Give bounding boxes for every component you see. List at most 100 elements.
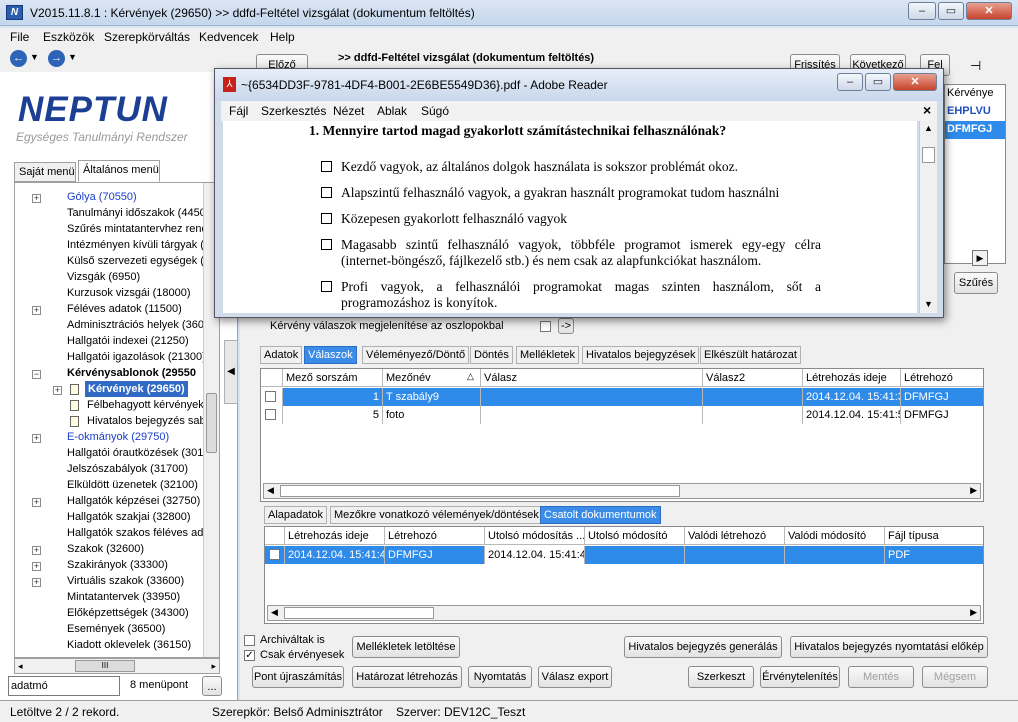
col-letrehozas-ideje[interactable]: Létrehozás ideje (285, 527, 385, 545)
col-utolso-modosito[interactable]: Utolsó módosító (585, 527, 685, 545)
tab-alapadatok[interactable]: Alapadatok (264, 506, 328, 524)
pdf-menu-szerkesztes[interactable]: Szerkesztés (261, 104, 326, 118)
pdf-close-button[interactable]: ✕ (893, 73, 937, 91)
tree-item[interactable]: Kérvénysablonok (29550 (67, 365, 196, 381)
tree-item[interactable]: Kurzusok vizsgái (18000) (67, 285, 191, 301)
cancel-button[interactable]: Mégsem (922, 666, 988, 688)
tab-valaszok[interactable]: Válaszok (304, 346, 357, 364)
back-dropdown-icon[interactable]: ▼ (30, 52, 39, 62)
menu-szerepkorvaltas[interactable]: Szerepkörváltás (104, 30, 190, 44)
tree-item[interactable]: Hallgatók szakos féléves ada (67, 525, 209, 541)
pdf-vertical-scrollbar[interactable]: ▲ ▼ (919, 121, 937, 313)
menu-kedvencek[interactable]: Kedvencek (199, 30, 258, 44)
collapse-icon[interactable]: − (32, 370, 41, 379)
option-checkbox[interactable] (321, 239, 332, 250)
tree-item[interactable]: Külső szervezeti egységek (6 (67, 253, 210, 269)
menu-search-input[interactable]: adatmó (8, 676, 120, 696)
option-checkbox[interactable] (321, 281, 332, 292)
menu-help[interactable]: Help (270, 30, 295, 44)
col-letrehozo[interactable]: Létrehozó (901, 369, 983, 387)
request-cell[interactable]: EHPLVU (945, 103, 1005, 121)
back-arrow-icon[interactable]: ← (10, 50, 27, 67)
tab-altalanos-menu[interactable]: Általános menü (78, 160, 160, 182)
menu-eszkozok[interactable]: Eszközök (43, 30, 94, 44)
tab-hivatalos-bejegyzesek[interactable]: Hivatalos bejegyzések (582, 346, 700, 364)
col-valodi-letrehozo[interactable]: Valódi létrehozó (685, 527, 785, 545)
tree-item[interactable]: Tanulmányi időszakok (4450) (67, 205, 209, 221)
filter-button[interactable]: Szűrés (954, 272, 998, 294)
col-valasz2[interactable]: Válasz2 (703, 369, 803, 387)
pdf-doc-close-icon[interactable]: × (923, 102, 931, 118)
tree-item[interactable]: Hallgatók szakjai (32800) (67, 509, 191, 525)
grid-horizontal-scrollbar[interactable]: ◀ ▶ (267, 605, 981, 621)
scroll-right-icon[interactable]: ▶ (970, 607, 977, 618)
scroll-thumb[interactable] (206, 393, 217, 453)
option-checkbox[interactable] (321, 161, 332, 172)
hscroll-thumb[interactable]: III (75, 660, 135, 672)
forward-arrow-icon[interactable]: → (48, 50, 65, 67)
maximize-button[interactable]: ▭ (938, 2, 964, 20)
expand-icon[interactable]: + (32, 578, 41, 587)
pdf-menu-ablak[interactable]: Ablak (377, 104, 407, 118)
tab-adatok[interactable]: Adatok (260, 346, 303, 364)
scroll-right-icon[interactable]: ▶ (970, 485, 977, 496)
col-valasz[interactable]: Válasz (481, 369, 703, 387)
table-row[interactable]: 1 T szabály9 2014.12.04. 15:41:3 DFMFGJ (261, 388, 983, 406)
scroll-up-icon[interactable]: ▲ (924, 123, 933, 133)
tree-item[interactable]: Események (36500) (67, 621, 165, 637)
tree-item[interactable]: Kiadott oklevelek (36150) (67, 637, 191, 653)
col-utolso-modositas[interactable]: Utolsó módosítás ... (485, 527, 585, 545)
tree-item[interactable]: Elküldött üzenetek (32100) (67, 477, 198, 493)
tab-mezokre-vonatkozo[interactable]: Mezőkre vonatkozó vélemények/döntések (330, 506, 543, 524)
scroll-left-icon[interactable]: ◀ (267, 485, 274, 496)
close-button[interactable]: ✕ (966, 2, 1012, 20)
tree-item[interactable]: Virtuális szakok (33600) (67, 573, 184, 589)
tree-item[interactable]: Gólya (70550) (67, 189, 137, 205)
hscroll-thumb[interactable] (284, 607, 434, 619)
tree-item[interactable]: Előképzettségek (34300) (67, 605, 189, 621)
official-entry-preview-button[interactable]: Hivatalos bejegyzés nyomtatási előkép (790, 636, 988, 658)
tree-item[interactable]: Szakirányok (33300) (67, 557, 168, 573)
tree-item[interactable]: Jelszószabályok (31700) (67, 461, 188, 477)
col-mezo-sorszam[interactable]: Mező sorszám (283, 369, 383, 387)
tree-item[interactable]: Adminisztrációs helyek (3600) (67, 317, 214, 333)
grid-horizontal-scrollbar[interactable]: ◀ ▶ (263, 483, 981, 499)
tree-item[interactable]: Szakok (32600) (67, 541, 144, 557)
print-button[interactable]: Nyomtatás (468, 666, 532, 688)
tree-horizontal-scrollbar[interactable]: ◂ III ▸ (14, 658, 220, 674)
expand-icon[interactable]: + (53, 386, 62, 395)
scroll-thumb[interactable] (922, 147, 935, 163)
create-decision-button[interactable]: Határozat létrehozás (352, 666, 462, 688)
answers-columns-checkbox[interactable] (540, 321, 551, 332)
pdf-menu-fajl[interactable]: Fájl (229, 104, 248, 118)
table-row[interactable]: 2014.12.04. 15:41:4 DFMFGJ 2014.12.04. 1… (265, 546, 983, 564)
tree-item[interactable]: Intézményen kívüli tárgyak (4 (67, 237, 210, 253)
option-checkbox[interactable] (321, 187, 332, 198)
pdf-menu-nezet[interactable]: Nézet (333, 104, 364, 118)
tree-item[interactable]: Félbehagyott kérvények ( (87, 397, 211, 413)
valid-checkbox[interactable]: ✓ (244, 650, 255, 661)
invalidate-button[interactable]: Érvénytelenítés (760, 666, 840, 688)
tree-item[interactable]: Hivatalos bejegyzés sablo (87, 413, 214, 429)
more-button[interactable]: ... (202, 676, 222, 696)
scroll-left-icon[interactable]: ◂ (18, 659, 23, 673)
expand-icon[interactable]: + (32, 434, 41, 443)
tree-item[interactable]: Hallgatók képzései (32750) (67, 493, 200, 509)
col-letrehozas-ideje[interactable]: Létrehozás ideje (803, 369, 901, 387)
tree-item[interactable]: Hallgatói órautközések (3010 (67, 445, 209, 461)
row-checkbox[interactable] (269, 549, 280, 560)
tree-item[interactable]: Vizsgák (6950) (67, 269, 140, 285)
expand-icon[interactable]: + (32, 194, 41, 203)
option-checkbox[interactable] (321, 213, 332, 224)
tree-item[interactable]: Féléves adatok (11500) (67, 301, 182, 317)
col-valodi-modosito[interactable]: Valódi módosító (785, 527, 885, 545)
pdf-minimize-button[interactable]: – (837, 73, 863, 91)
tab-sajat-menu[interactable]: Saját menü (14, 162, 76, 182)
answer-export-button[interactable]: Válasz export (538, 666, 612, 688)
tree-item-selected[interactable]: Kérvények (29650) (85, 381, 188, 397)
recalculate-points-button[interactable]: Pont újraszámítás (252, 666, 344, 688)
minimize-button[interactable]: – (908, 2, 936, 20)
edit-button[interactable]: Szerkeszt (688, 666, 754, 688)
save-button[interactable]: Mentés (848, 666, 914, 688)
col-letrehozo[interactable]: Létrehozó (385, 527, 485, 545)
